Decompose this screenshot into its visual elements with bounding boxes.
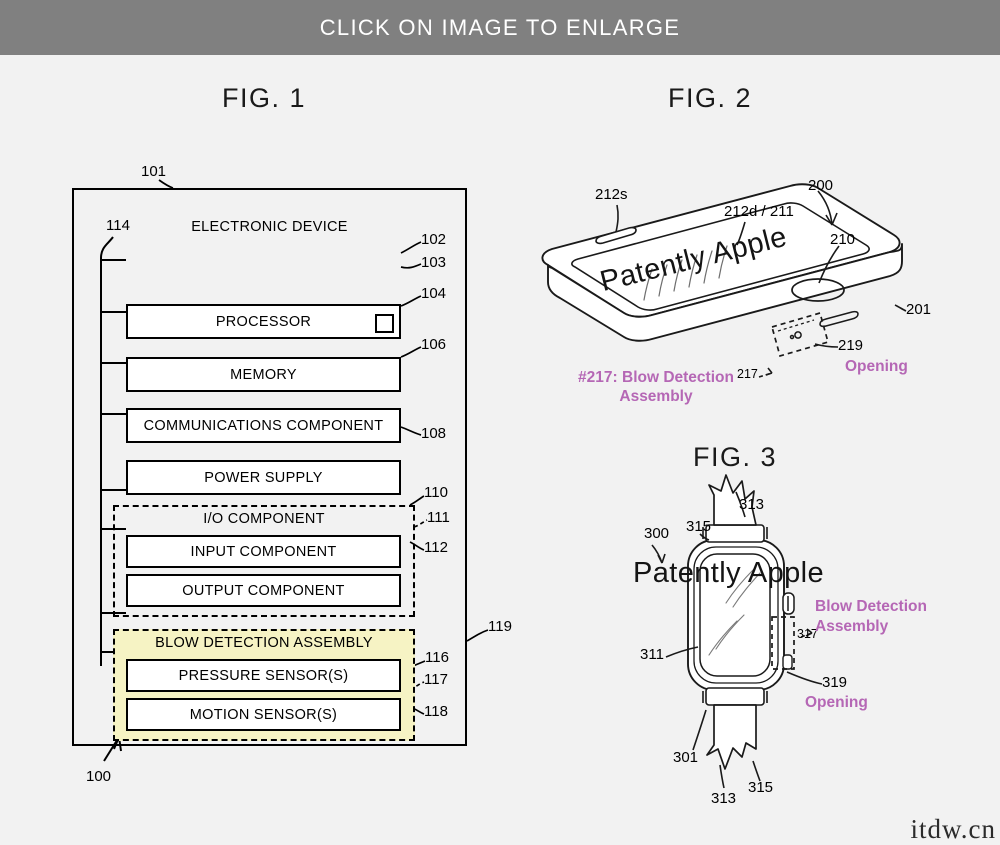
- fig3-blow-detection-annotation: Blow Detection Assembly: [815, 597, 927, 637]
- fig3-digital-crown: [782, 592, 795, 615]
- fig3-ref-301: 301: [673, 749, 699, 766]
- enlarge-banner-label: CLICK ON IMAGE TO ENLARGE: [319, 14, 681, 40]
- fig3-lug-bottom: [702, 687, 768, 706]
- fig3-blow-detection-annotation-line2: Assembly: [815, 618, 889, 636]
- fig3-ref-311: 311: [640, 646, 664, 663]
- patent-figure-page: CLICK ON IMAGE TO ENLARGE FIG. 1 ELECTRO…: [0, 0, 1000, 844]
- fig3-ref-319: 319: [822, 674, 848, 691]
- figures-canvas: FIG. 1 ELECTRONIC DEVICE PROCESSOR MEMOR…: [0, 55, 1000, 844]
- fig3-ref-315-bottom: 315: [748, 779, 774, 796]
- fig3-side-button: [782, 654, 793, 670]
- fig3-drawing: [651, 474, 823, 789]
- fig3-ref-300: 300: [644, 525, 670, 542]
- fig3-lug-top: [702, 524, 768, 543]
- fig3-ref-313-bottom: 313: [711, 790, 737, 807]
- fig3-ref-313-top: 313: [739, 496, 765, 513]
- site-watermark: itdw.cn: [910, 814, 996, 844]
- fig3-ref-315-top: 315: [686, 518, 712, 535]
- fig3-band-bottom: [706, 704, 757, 770]
- fig3-opening-annotation: Opening: [805, 694, 868, 711]
- fig3-blow-detection-annotation-line1: Blow Detection: [815, 598, 927, 615]
- fig3-screen-watermark: Patently Apple: [633, 557, 825, 589]
- enlarge-banner[interactable]: CLICK ON IMAGE TO ENLARGE: [0, 0, 1000, 55]
